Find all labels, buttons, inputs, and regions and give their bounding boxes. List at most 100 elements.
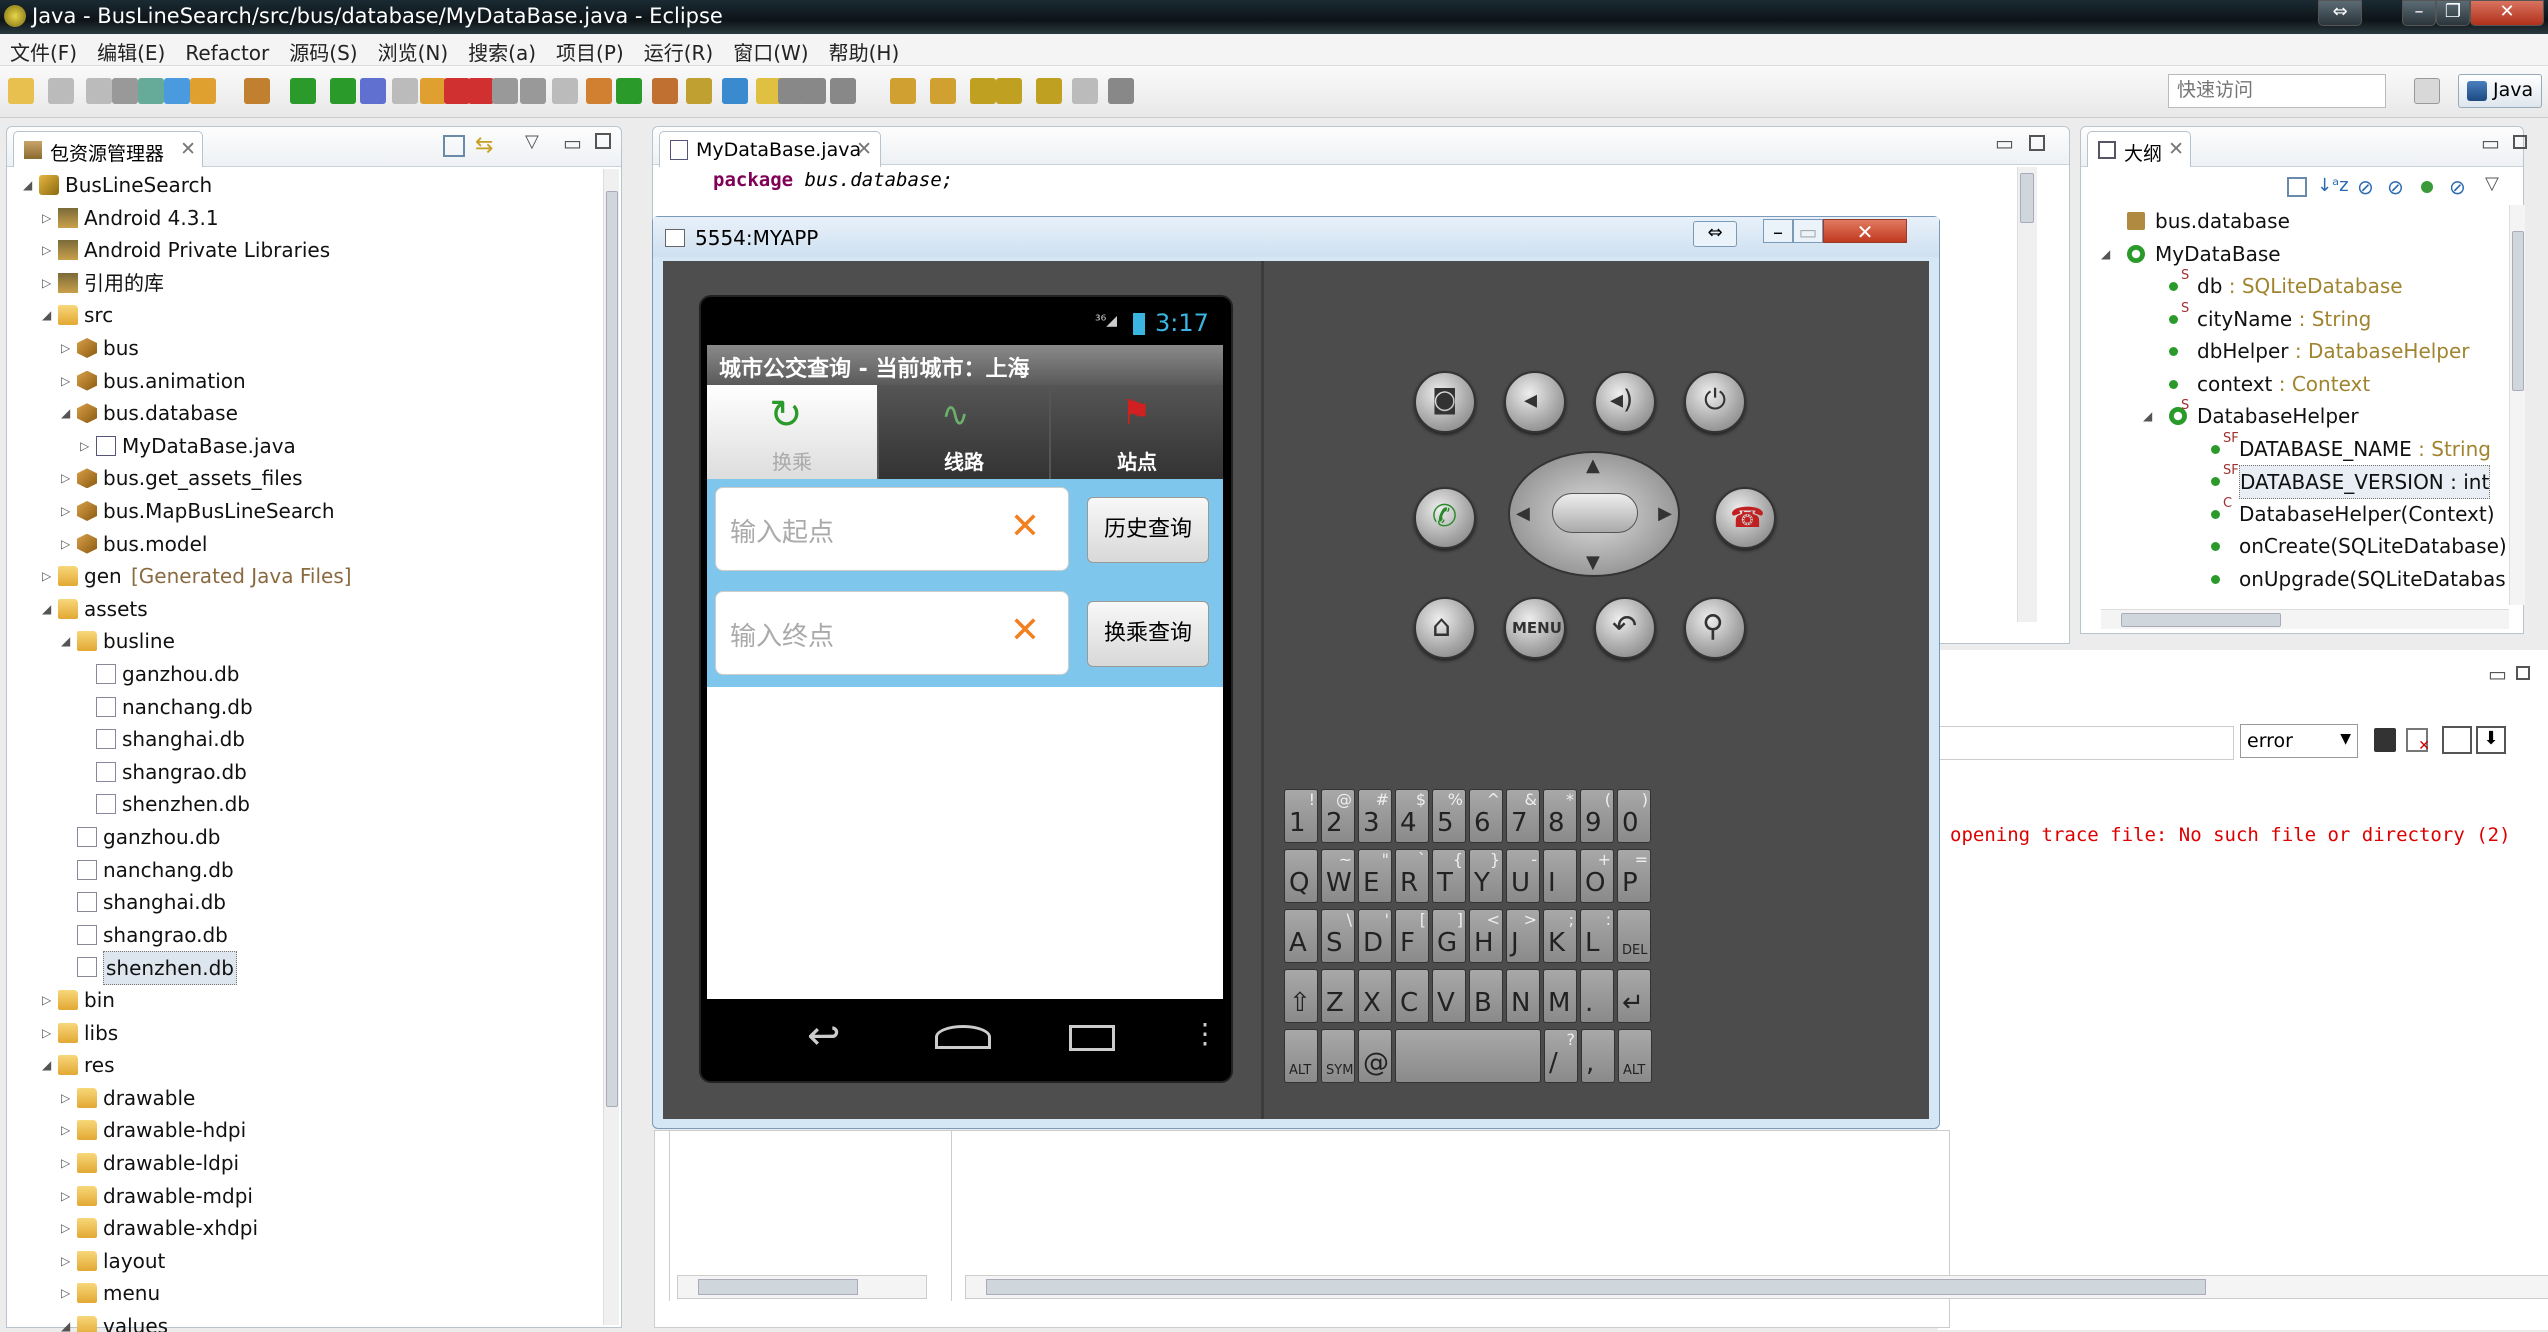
keyboard-key[interactable]: 5% xyxy=(1432,789,1466,843)
tree-item[interactable]: ▷ bus.MapBusLineSearch xyxy=(7,495,597,527)
minimize-editor-icon[interactable]: ▭ xyxy=(1995,131,2014,155)
keyboard-key[interactable]: SYM xyxy=(1321,1029,1355,1083)
outline-scrollbar[interactable] xyxy=(2509,205,2525,605)
toolbar-icon[interactable] xyxy=(492,78,518,104)
keyboard-key[interactable]: 2 @ xyxy=(1321,789,1355,843)
search-button[interactable]: ⚲ xyxy=(1684,597,1746,659)
expand-arrow-icon[interactable]: ▷ xyxy=(61,342,73,354)
start-input[interactable]: 输入起点 ✕ xyxy=(715,487,1069,571)
collapse-all-icon[interactable] xyxy=(443,135,465,157)
keyboard-key[interactable]: 7 & xyxy=(1506,789,1540,843)
keyboard-key[interactable]: F[ xyxy=(1395,909,1429,963)
tree-item[interactable]: ◢ bus.database xyxy=(7,397,597,429)
keyboard-key[interactable]: ⇧ xyxy=(1284,969,1318,1023)
package-explorer-scrollbar[interactable] xyxy=(603,169,619,1325)
toolbar-icon[interactable] xyxy=(468,78,494,104)
keyboard-key[interactable]: A xyxy=(1284,909,1318,963)
keyboard-key[interactable]: ALT xyxy=(1284,1029,1318,1083)
console-search-field[interactable] xyxy=(1938,726,2234,760)
keyboard-key[interactable]: J > xyxy=(1506,909,1540,963)
toolbar-icon[interactable] xyxy=(190,78,216,104)
keyboard-key[interactable]: V xyxy=(1432,969,1466,1023)
keyboard-key[interactable]: N xyxy=(1506,969,1540,1023)
keyboard-key[interactable]: ALT xyxy=(1618,1029,1652,1083)
outline-item[interactable]: dbHelper : DatabaseHelper xyxy=(2081,335,2505,367)
tree-item[interactable]: ▷ drawable-xhdpi xyxy=(7,1212,597,1244)
toolbar-icon[interactable] xyxy=(552,78,578,104)
keyboard-key[interactable]: Z xyxy=(1321,969,1355,1023)
keyboard-key[interactable]: 0) xyxy=(1617,789,1651,843)
space-key[interactable] xyxy=(1395,1029,1541,1083)
outline-hscrollbar[interactable] xyxy=(2101,609,2509,629)
tree-item[interactable]: shangrao.db xyxy=(7,756,597,788)
menu-item[interactable]: 文件(F) xyxy=(0,34,87,69)
toolbar-icon[interactable] xyxy=(290,78,316,104)
emulator-close-button[interactable]: ✕ xyxy=(1823,219,1907,244)
overflow-menu-icon[interactable]: ⋮ xyxy=(1191,1017,1219,1050)
collapse-arrow-icon[interactable]: ◢ xyxy=(61,635,73,647)
keyboard-key[interactable]: 6 ^ xyxy=(1469,789,1503,843)
console-hscroll-left[interactable] xyxy=(677,1275,927,1299)
keyboard-key[interactable]: C xyxy=(1395,969,1429,1023)
expand-arrow-icon[interactable]: ▷ xyxy=(42,570,54,582)
collapse-arrow-icon[interactable]: ◢ xyxy=(23,179,35,191)
outline-view-menu-icon[interactable]: ▽ xyxy=(2485,173,2499,194)
toolbar-icon[interactable] xyxy=(722,78,748,104)
keyboard-key[interactable]: O + xyxy=(1580,849,1614,903)
outline-item[interactable]: Sdb : SQLiteDatabase xyxy=(2081,268,2505,302)
toggle-log-view-icon[interactable] xyxy=(2442,726,2472,754)
tree-item[interactable]: nanchang.db xyxy=(7,691,597,723)
clear-start-icon[interactable]: ✕ xyxy=(1010,506,1040,547)
tree-item[interactable]: ◢ res xyxy=(7,1049,597,1081)
outline-item[interactable]: onUpgrade(SQLiteDatabas xyxy=(2081,563,2505,595)
toolbar-icon[interactable] xyxy=(330,78,356,104)
keyboard-key[interactable]: B xyxy=(1469,969,1503,1023)
expand-arrow-icon[interactable]: ▷ xyxy=(61,1287,73,1299)
keyboard-key[interactable]: /? xyxy=(1544,1029,1578,1083)
expand-arrow-icon[interactable]: ▷ xyxy=(42,994,54,1006)
clear-end-icon[interactable]: ✕ xyxy=(1010,610,1040,651)
keyboard-key[interactable]: P = xyxy=(1617,849,1651,903)
tree-item[interactable]: ▷ Android Private Libraries xyxy=(7,234,597,266)
tree-item[interactable]: ▷ 引用的库 xyxy=(7,267,597,299)
toolbar-icon[interactable] xyxy=(244,78,270,104)
tree-item[interactable]: shenzhen.db xyxy=(7,788,597,820)
keyboard-key[interactable]: K; xyxy=(1543,909,1577,963)
view-menu-icon[interactable]: ▽ xyxy=(525,131,539,152)
keyboard-key[interactable]: I xyxy=(1543,849,1577,903)
dpad-center-button[interactable] xyxy=(1552,493,1638,533)
sort-icon[interactable]: ↓ᵃz xyxy=(2317,175,2349,196)
menu-item[interactable]: Refactor xyxy=(175,38,279,68)
close-button[interactable]: ✕ xyxy=(2470,0,2544,26)
keyboard-key[interactable]: ↵ xyxy=(1617,969,1651,1023)
clear-log-icon[interactable]: ✕ xyxy=(2406,728,2430,754)
keyboard-key[interactable]: 8 * xyxy=(1543,789,1577,843)
keyboard-key[interactable]: Q xyxy=(1284,849,1318,903)
tree-item[interactable]: ◢ busline xyxy=(7,625,597,657)
tree-item[interactable]: ▷ bus.animation xyxy=(7,365,597,397)
dpad-down-icon[interactable]: ▼ xyxy=(1586,552,1600,573)
expand-arrow-icon[interactable]: ▷ xyxy=(42,212,54,224)
expand-arrow-icon[interactable]: ▷ xyxy=(80,440,92,452)
hide-fields-icon[interactable]: ⊘ xyxy=(2357,175,2374,199)
save-log-icon[interactable] xyxy=(2374,728,2396,752)
maximize-console-icon[interactable] xyxy=(2516,666,2530,680)
toolbar-icon[interactable] xyxy=(800,78,826,104)
expand-arrow-icon[interactable]: ▷ xyxy=(61,1190,73,1202)
tree-item[interactable]: ▷ bin xyxy=(7,984,597,1016)
history-query-button[interactable]: 历史查询 xyxy=(1087,497,1209,563)
tree-item[interactable]: ▷ MyDataBase.java xyxy=(7,430,597,462)
keyboard-key[interactable]: G] xyxy=(1432,909,1466,963)
keyboard-key[interactable]: @ xyxy=(1358,1029,1392,1083)
toolbar-icon[interactable] xyxy=(48,78,74,104)
toolbar-icon[interactable] xyxy=(996,78,1022,104)
toolbar-icon[interactable] xyxy=(112,78,138,104)
tree-item[interactable]: ▷ Android 4.3.1 xyxy=(7,202,597,234)
toolbar-icon[interactable] xyxy=(8,78,34,104)
back-icon[interactable]: ↩ xyxy=(807,1013,841,1059)
tree-item[interactable]: ▷ bus xyxy=(7,332,597,364)
toolbar-icon[interactable] xyxy=(1072,78,1098,104)
outline-scrollbar-thumb[interactable] xyxy=(2512,231,2524,391)
keyboard-key[interactable]: DEL xyxy=(1617,909,1651,963)
close-tab-icon[interactable]: ✕ xyxy=(180,138,196,160)
